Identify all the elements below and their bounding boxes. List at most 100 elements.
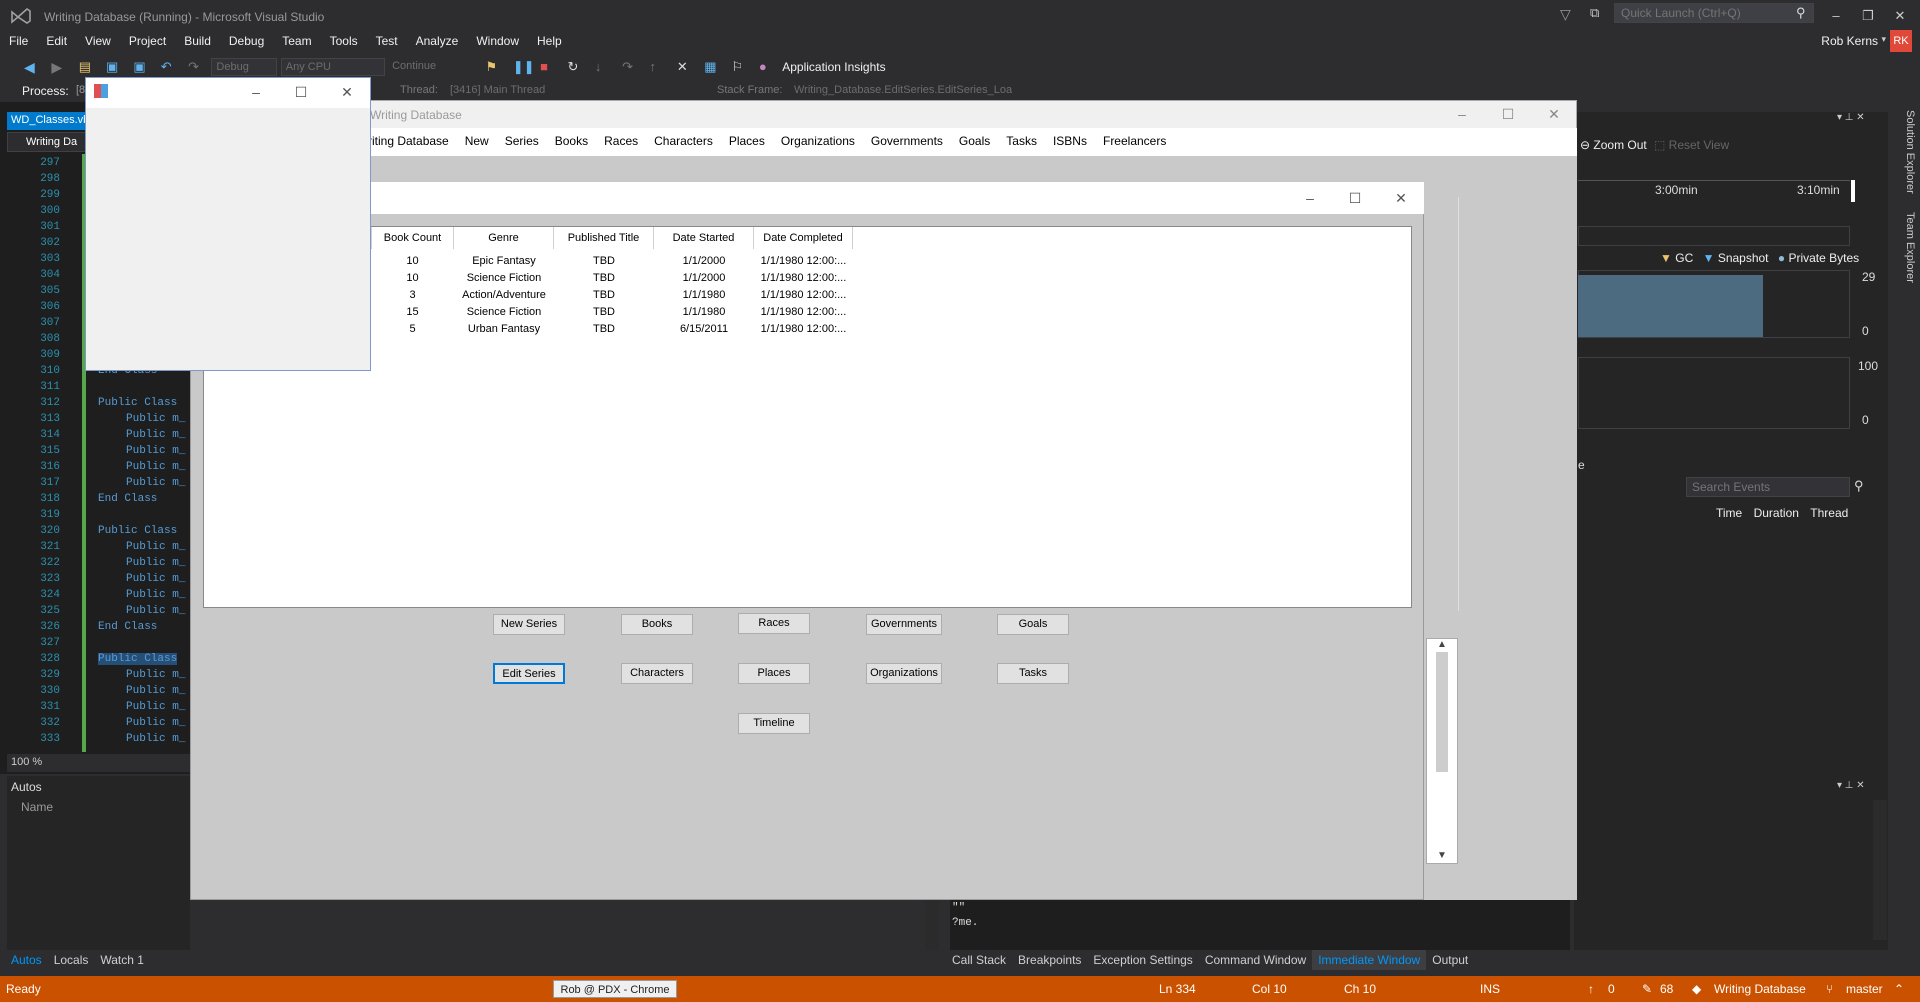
grid-cell[interactable]: TBD	[554, 255, 654, 267]
filter-icon[interactable]: ▽	[1560, 6, 1571, 23]
forward-icon[interactable]: ▶	[51, 59, 67, 75]
menu-help[interactable]: Help	[528, 32, 571, 48]
scroll-up-icon[interactable]: ▲	[1427, 639, 1457, 650]
col-genre[interactable]: Genre	[454, 227, 554, 249]
edit-series-button[interactable]: Edit Series	[493, 663, 565, 684]
grid-cell[interactable]: Science Fiction	[454, 272, 554, 284]
code-line[interactable]: Public m_	[126, 445, 185, 457]
form-maximize-icon[interactable]: ☐	[291, 82, 311, 102]
menu-view[interactable]: View	[76, 32, 120, 48]
grid-cell[interactable]: 5	[371, 323, 454, 335]
code-line[interactable]: Public m_	[126, 541, 185, 553]
status-repo[interactable]: Writing Database	[1714, 982, 1806, 996]
col-published-title[interactable]: Published Title	[554, 227, 654, 249]
step-into-icon[interactable]: ↓	[595, 59, 611, 75]
application-insights-button[interactable]: Application Insights	[782, 60, 885, 74]
tab-call-stack[interactable]: Call Stack	[946, 950, 1012, 970]
breakpoint-icon[interactable]: ✕	[677, 59, 693, 75]
notifications-icon[interactable]: ⧉	[1590, 5, 1599, 21]
grid-cell[interactable]: 10	[371, 272, 454, 284]
new-series-button[interactable]: New Series	[493, 614, 565, 635]
redo-icon[interactable]: ↷	[188, 59, 204, 75]
menu-edit[interactable]: Edit	[37, 32, 76, 48]
timeline-cursor[interactable]	[1851, 180, 1855, 202]
app-menu-series[interactable]: Series	[497, 128, 547, 148]
code-line[interactable]: Public m_	[126, 477, 185, 489]
menu-window[interactable]: Window	[467, 32, 528, 48]
timeline-button[interactable]: Timeline	[738, 713, 810, 734]
child-minimize-icon[interactable]: –	[1300, 188, 1320, 208]
grid-cell[interactable]: 3	[371, 289, 454, 301]
code-line[interactable]: Public m_	[126, 685, 185, 697]
step-out-icon[interactable]: ↑	[650, 59, 666, 75]
grid-cell[interactable]: Epic Fantasy	[454, 255, 554, 267]
menu-test[interactable]: Test	[367, 32, 407, 48]
grid-cell[interactable]: TBD	[554, 272, 654, 284]
config-dropdown[interactable]: Debug	[211, 58, 278, 76]
app-menu-tasks[interactable]: Tasks	[998, 128, 1045, 148]
scroll-down-icon[interactable]: ▼	[1427, 850, 1457, 861]
stack-frame-dropdown[interactable]: Writing_Database.EditSeries.EditSeries_L…	[794, 84, 1012, 96]
grid-cell[interactable]: 1/1/1980 12:00:...	[754, 272, 853, 284]
pencil-icon[interactable]: ✎	[1642, 982, 1652, 996]
platform-dropdown[interactable]: Any CPU	[280, 58, 385, 76]
code-line[interactable]: Public m_	[126, 589, 185, 601]
code-line[interactable]: Public Class	[98, 653, 178, 665]
output-scrollbar[interactable]	[1873, 800, 1887, 940]
code-line[interactable]: Public m_	[126, 733, 185, 745]
tab-watch-1[interactable]: Watch 1	[94, 950, 150, 970]
app-menu-writing-database[interactable]: riting Database	[360, 128, 457, 148]
tab-output[interactable]: Output	[1426, 950, 1474, 970]
mdi-scroll-panel[interactable]: ▲ ▼	[1426, 638, 1458, 864]
zoom-out-button[interactable]: ⊖ Zoom Out	[1580, 138, 1647, 152]
grid-cell[interactable]: 1/1/1980	[654, 306, 754, 318]
grid-cell[interactable]: 1/1/1980 12:00:...	[754, 255, 853, 267]
tab-breakpoints[interactable]: Breakpoints	[1012, 950, 1087, 970]
grid-cell[interactable]: 1/1/1980	[654, 289, 754, 301]
tab-command-window[interactable]: Command Window	[1199, 950, 1312, 970]
search-events-icon[interactable]: ⚲	[1854, 478, 1864, 494]
thread-dropdown[interactable]: [3416] Main Thread	[450, 84, 545, 96]
user-name[interactable]: Rob Kerns	[1821, 34, 1878, 48]
output-pin-icon[interactable]: ▾ ⊥ ✕	[1837, 780, 1865, 791]
code-line[interactable]: Public m_	[126, 429, 185, 441]
app-close-icon[interactable]: ✕	[1544, 104, 1564, 124]
team-explorer-tab[interactable]: Team Explorer	[1894, 212, 1916, 283]
grid-cell[interactable]: 1/1/1980 12:00:...	[754, 306, 853, 318]
menu-file[interactable]: File	[0, 32, 37, 48]
grid-cell[interactable]: Science Fiction	[454, 306, 554, 318]
menu-analyze[interactable]: Analyze	[407, 32, 468, 48]
code-line[interactable]: Public m_	[126, 573, 185, 585]
code-line[interactable]: End Class	[98, 493, 157, 505]
menu-debug[interactable]: Debug	[220, 32, 273, 48]
series-data-grid[interactable]: Book Count Genre Published Title Date St…	[203, 226, 1412, 608]
editor-zoom[interactable]: 100 %	[7, 754, 190, 772]
child-maximize-icon[interactable]: ☐	[1345, 188, 1365, 208]
col-date-completed[interactable]: Date Completed	[754, 227, 853, 249]
form-minimize-icon[interactable]: –	[246, 82, 266, 102]
restart-icon[interactable]: ↻	[567, 59, 583, 75]
scroll-thumb[interactable]	[1436, 652, 1448, 772]
save-all-icon[interactable]: ▣	[133, 59, 149, 75]
grid-cell[interactable]: Action/Adventure	[454, 289, 554, 301]
grid-cell[interactable]: 1/1/1980 12:00:...	[754, 289, 853, 301]
immediate-window[interactable]: "" ?me.	[950, 900, 1570, 950]
save-icon[interactable]: ▣	[106, 59, 122, 75]
taskbar-chrome-tooltip[interactable]: Rob @ PDX - Chrome	[553, 980, 677, 998]
process-dropdown[interactable]: [8	[76, 84, 85, 96]
goals-button[interactable]: Goals	[997, 614, 1069, 635]
close-icon[interactable]: ✕	[1888, 6, 1912, 26]
user-chevron-down-icon[interactable]: ▾	[1881, 34, 1886, 45]
grid-cell[interactable]: TBD	[554, 289, 654, 301]
undo-icon[interactable]: ↶	[161, 59, 177, 75]
bookmark-icon[interactable]: ⚐	[732, 59, 748, 75]
code-line[interactable]: Public Class	[98, 397, 177, 409]
code-line[interactable]: Public m_	[126, 461, 185, 473]
app-minimize-icon[interactable]: –	[1452, 104, 1472, 124]
quick-launch-input[interactable]	[1614, 3, 1814, 23]
code-line[interactable]: Public m_	[126, 701, 185, 713]
app-maximize-icon[interactable]: ☐	[1498, 104, 1518, 124]
code-line[interactable]: Public m_	[126, 669, 185, 681]
tab-locals[interactable]: Locals	[48, 950, 95, 970]
search-icon[interactable]: ⚲	[1796, 5, 1806, 21]
